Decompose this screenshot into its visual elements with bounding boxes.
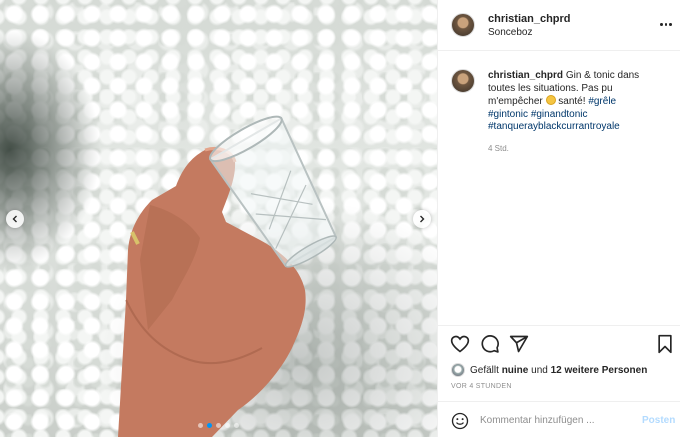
- heart-icon: [450, 335, 470, 353]
- add-comment-row: Posten: [438, 401, 680, 437]
- more-icon: [660, 22, 663, 26]
- post-caption: christian_chprd Gin & tonic dans toutes …: [488, 70, 658, 134]
- post-details-panel: christian_chprd Sonceboz christian_chprd…: [437, 0, 680, 437]
- smile-icon[interactable]: [451, 412, 469, 430]
- likes-others-link[interactable]: 12 weitere Personen: [551, 365, 648, 376]
- carousel-dot: [216, 423, 221, 428]
- carousel-indicator: [0, 423, 437, 428]
- liker-avatar[interactable]: [451, 363, 465, 377]
- post-timestamp[interactable]: VOR 4 STUNDEN: [451, 383, 512, 390]
- carousel-dot: [198, 423, 203, 428]
- previous-image-button[interactable]: [6, 210, 24, 228]
- post-location[interactable]: Sonceboz: [488, 27, 532, 38]
- caption-username[interactable]: christian_chprd: [488, 70, 563, 81]
- likes-middle: und: [531, 364, 548, 376]
- author-avatar[interactable]: [451, 13, 475, 37]
- more-options-button[interactable]: [660, 18, 673, 30]
- share-icon: [509, 335, 529, 353]
- bookmark-icon: [658, 334, 672, 354]
- likes-summary: Gefällt nuine und 12 weitere Personen: [451, 363, 647, 377]
- comment-button[interactable]: [480, 334, 500, 354]
- likes-prefix: Gefällt: [470, 364, 499, 376]
- action-bar: Gefällt nuine und 12 weitere Personen VO…: [438, 325, 680, 437]
- chevron-right-icon: [420, 215, 425, 223]
- chevron-left-icon: [12, 215, 17, 223]
- carousel-dot-active: [207, 423, 212, 428]
- carousel-dot: [225, 423, 230, 428]
- like-button[interactable]: [450, 334, 470, 354]
- hashtag-link[interactable]: #grêle: [588, 96, 616, 107]
- save-button[interactable]: [655, 334, 675, 354]
- hashtag-link[interactable]: #gintonic: [488, 109, 528, 120]
- hand-with-glass-illustration: [118, 115, 338, 437]
- caption-time: 4 Std.: [488, 144, 509, 153]
- caption-author-avatar[interactable]: [451, 69, 475, 93]
- comment-input[interactable]: [480, 411, 630, 429]
- next-image-button[interactable]: [413, 210, 431, 228]
- more-icon-dot: [664, 22, 668, 26]
- carousel-dot: [234, 423, 239, 428]
- liker-username[interactable]: nuine: [502, 365, 529, 376]
- caption-text-end: santé!: [558, 96, 586, 108]
- author-username[interactable]: christian_chprd: [488, 13, 571, 25]
- hashtag-link[interactable]: #tanquerayblackcurrantroyale: [488, 121, 620, 132]
- grinning-emoji-icon: [545, 95, 556, 106]
- share-button[interactable]: [509, 334, 529, 354]
- hashtag-link[interactable]: #ginandtonic: [531, 109, 588, 120]
- post-comment-button[interactable]: Posten: [642, 415, 675, 426]
- comment-icon: [481, 335, 499, 353]
- post-photo[interactable]: [0, 0, 437, 437]
- post-header: christian_chprd Sonceboz: [438, 0, 680, 51]
- more-icon-dot: [669, 22, 673, 26]
